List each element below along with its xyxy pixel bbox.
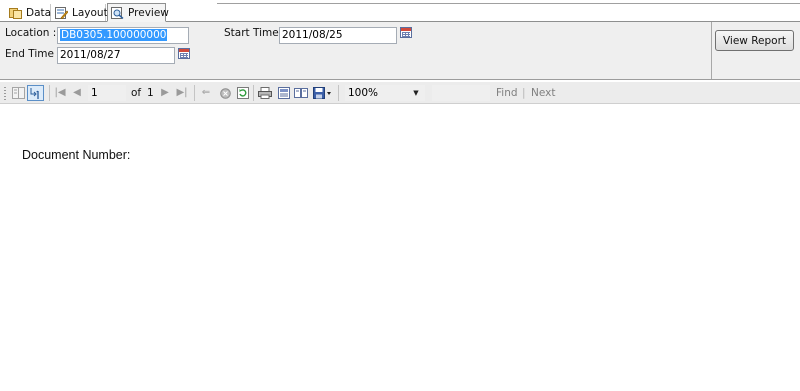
- print-layout-icon[interactable]: [277, 86, 290, 100]
- document-number-label: Document Number:: [22, 148, 131, 162]
- end-time-label: End Time :: [5, 48, 61, 60]
- tab-layout[interactable]: Layout: [52, 4, 108, 21]
- find-input[interactable]: [432, 85, 490, 101]
- toolbar-separator: [194, 85, 195, 101]
- refresh-icon[interactable]: [236, 86, 249, 100]
- parent-report-icon[interactable]: [27, 85, 44, 101]
- page-setup-icon[interactable]: [294, 86, 308, 100]
- toolbar-separator: [338, 85, 339, 101]
- preview-icon: [111, 6, 124, 19]
- find-link[interactable]: Find: [496, 87, 518, 99]
- start-time-field[interactable]: 2011/08/25: [279, 27, 397, 44]
- start-time-label: Start Time :: [224, 27, 286, 39]
- export-icon[interactable]: [312, 86, 332, 100]
- report-toolbar: |◀ ◀ 1 of 1 ▶ ▶| ⇐ 100% ▼ Find | Next: [0, 82, 800, 104]
- end-time-value: 2011/08/27: [60, 49, 121, 61]
- location-field[interactable]: DB0305.100000000: [57, 27, 189, 44]
- stop-icon[interactable]: [219, 86, 231, 100]
- toolbar-separator: [49, 85, 50, 101]
- layout-icon: [55, 6, 69, 19]
- of-label: of: [131, 87, 142, 99]
- total-pages: 1: [147, 87, 154, 99]
- end-time-calendar-icon[interactable]: [178, 48, 190, 59]
- location-value: DB0305.100000000: [60, 29, 168, 41]
- report-viewer: Document Number:: [0, 104, 800, 391]
- print-icon[interactable]: [258, 86, 272, 100]
- next-link[interactable]: Next: [531, 87, 555, 99]
- chevron-down-icon[interactable]: ▼: [412, 86, 420, 100]
- tab-layout-label: Layout: [72, 6, 108, 19]
- first-page-icon[interactable]: |◀: [54, 86, 66, 100]
- previous-page-icon[interactable]: ◀: [72, 86, 82, 100]
- view-report-button[interactable]: View Report: [715, 30, 794, 51]
- toolbar-separator: [253, 85, 254, 101]
- tab-preview[interactable]: Preview: [107, 3, 169, 22]
- tab-strip-top-border: [217, 3, 800, 4]
- find-separator: |: [522, 87, 526, 99]
- end-time-field[interactable]: 2011/08/27: [57, 47, 175, 64]
- parameter-panel-border: [0, 79, 800, 80]
- last-page-icon[interactable]: ▶|: [176, 86, 188, 100]
- document-map-icon[interactable]: [11, 86, 25, 100]
- location-label: Location :: [5, 27, 57, 39]
- zoom-value: 100%: [348, 87, 379, 99]
- tab-strip: Data Layout Preview: [0, 0, 800, 22]
- tab-data[interactable]: Data: [6, 4, 51, 21]
- start-time-value: 2011/08/25: [282, 29, 343, 41]
- toolbar-grip[interactable]: [4, 86, 6, 100]
- next-page-icon[interactable]: ▶: [160, 86, 170, 100]
- start-time-calendar-icon[interactable]: [400, 27, 412, 38]
- current-page-input[interactable]: 1: [88, 85, 126, 101]
- parameter-panel: Location : DB0305.100000000 End Time : 2…: [0, 22, 800, 80]
- back-icon[interactable]: ⇐: [200, 86, 212, 100]
- tab-data-label: Data: [26, 6, 52, 19]
- parameter-divider: [711, 22, 712, 79]
- data-icon: [9, 7, 22, 19]
- tab-preview-label: Preview: [128, 6, 169, 19]
